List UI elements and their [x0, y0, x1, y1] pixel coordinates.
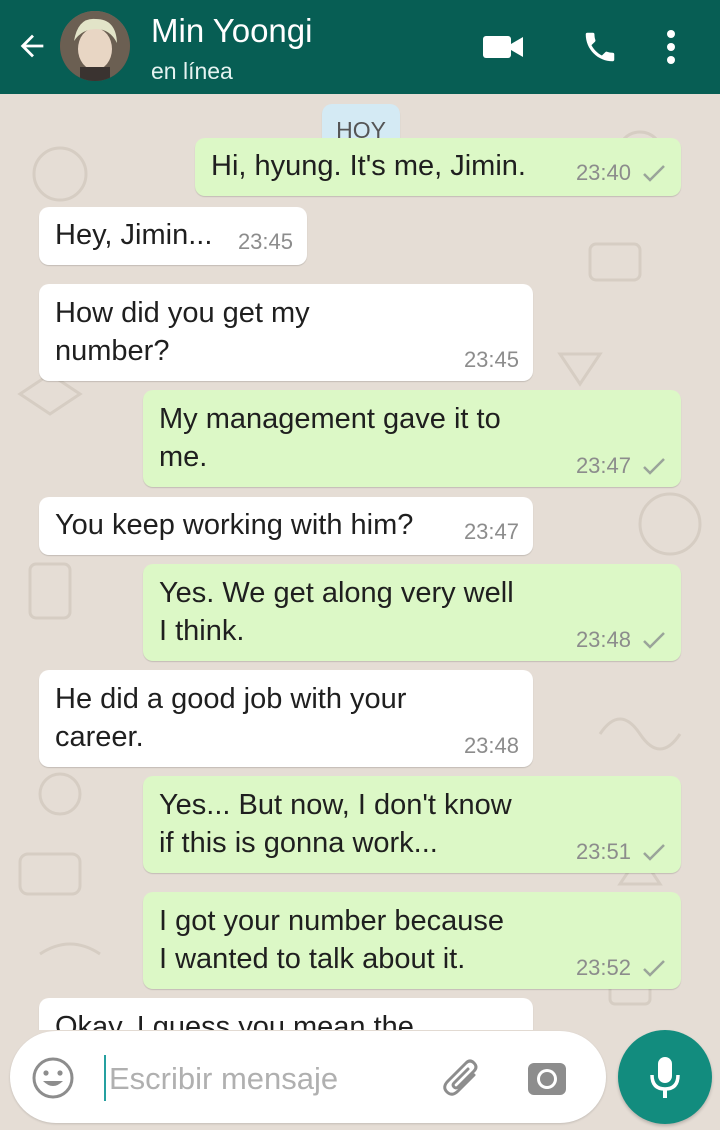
message-text: He did a good job with your career. [55, 683, 407, 753]
message-meta: 23:40 [576, 160, 667, 186]
incoming-message[interactable]: How did you get my number? 23:45 [39, 284, 533, 381]
message-input[interactable] [107, 1053, 431, 1105]
chat-header: Min Yoongi en línea [0, 0, 720, 94]
check-icon [643, 458, 665, 475]
message-meta: 23:45 [464, 347, 519, 373]
message-meta: 23:47 [464, 519, 519, 545]
overflow-menu-button[interactable] [646, 22, 696, 72]
check-icon [643, 165, 665, 182]
back-button[interactable] [10, 24, 54, 68]
message-time: 23:52 [575, 955, 631, 980]
voice-record-button[interactable] [618, 1030, 712, 1124]
message-text: Hi, hyung. It's me, Jimin. [211, 150, 526, 182]
outgoing-message[interactable]: My management gave it to me. 23:47 [143, 390, 681, 487]
video-camera-icon [483, 36, 523, 58]
paperclip-icon [443, 1059, 478, 1096]
phone-icon [585, 32, 615, 62]
message-time: 23:48 [463, 733, 519, 758]
more-vert-icon [667, 30, 675, 64]
video-call-button[interactable] [478, 22, 528, 72]
message-meta: 23:48 [576, 627, 667, 653]
message-meta: 23:51 [576, 839, 667, 865]
outgoing-message[interactable]: Yes. We get along very well I think. 23:… [143, 564, 681, 661]
check-icon [643, 632, 665, 649]
check-icon [643, 844, 665, 861]
avatar-photo [60, 11, 130, 81]
message-text: You keep working with him? [55, 509, 414, 541]
text-caret [104, 1055, 106, 1101]
contact-status: en línea [151, 58, 233, 84]
message-text: Okay, I guess you mean the [55, 1011, 414, 1030]
message-time: 23:47 [575, 453, 631, 478]
attach-button[interactable] [438, 1053, 488, 1103]
message-time: 23:45 [463, 347, 519, 372]
incoming-message[interactable]: Okay, I guess you mean the [39, 998, 533, 1030]
contact-name[interactable]: Min Yoongi [151, 11, 312, 51]
voice-call-button[interactable] [575, 22, 625, 72]
message-meta: 23:47 [576, 453, 667, 479]
message-text: Hey, Jimin... [55, 219, 213, 251]
message-time: 23:47 [463, 519, 519, 544]
smiley-icon [32, 1057, 74, 1099]
message-list[interactable]: HOY Hi, hyung. It's me, Jimin. 23:40 Hey… [0, 94, 720, 1030]
incoming-message[interactable]: You keep working with him? 23:47 [39, 497, 533, 555]
camera-icon [528, 1063, 566, 1095]
camera-button[interactable] [522, 1053, 572, 1103]
incoming-message[interactable]: Hey, Jimin... 23:45 [39, 207, 307, 265]
outgoing-message[interactable]: I got your number because I wanted to ta… [143, 892, 681, 989]
message-meta: 23:45 [238, 229, 293, 255]
message-meta: 23:48 [464, 733, 519, 759]
incoming-message[interactable]: He did a good job with your career. 23:4… [39, 670, 533, 767]
emoji-button[interactable] [30, 1055, 76, 1101]
outgoing-message[interactable]: Yes... But now, I don't know if this is … [143, 776, 681, 873]
message-time: 23:51 [575, 839, 631, 864]
message-time: 23:45 [237, 229, 293, 254]
microphone-icon [650, 1057, 680, 1098]
message-composer [10, 1031, 606, 1123]
message-time: 23:40 [575, 160, 631, 185]
check-icon [643, 960, 665, 977]
outgoing-message[interactable]: Hi, hyung. It's me, Jimin. 23:40 [195, 138, 681, 196]
message-meta: 23:52 [576, 955, 667, 981]
arrow-left-icon [20, 34, 44, 58]
message-time: 23:48 [575, 627, 631, 652]
message-text: How did you get my number? [55, 297, 310, 367]
contact-avatar[interactable] [60, 11, 130, 81]
